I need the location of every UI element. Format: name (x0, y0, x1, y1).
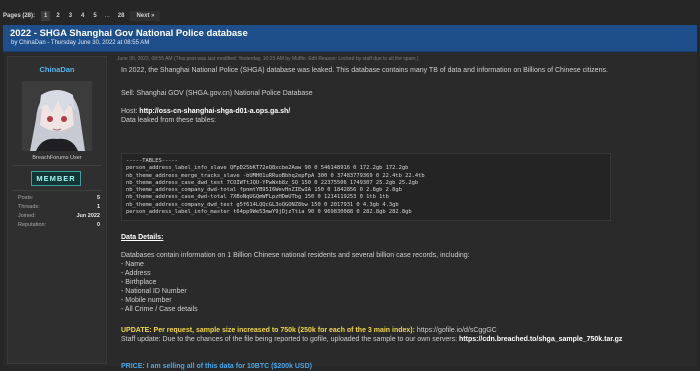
update-label: UPDATE: Per request, sample size increas… (121, 327, 415, 335)
post: ChinaDan BreachForums User MEMBER Posts:… (3, 52, 697, 370)
stat-label: Joined: (18, 213, 36, 219)
gofile-link[interactable]: https://gofile.io/d/sCggGC (415, 327, 497, 334)
stat-value[interactable]: 0 (97, 222, 100, 228)
stat-label: Reputation: (18, 222, 47, 228)
details-heading: Data Details: (121, 233, 687, 242)
avatar-image (22, 81, 92, 151)
post-body: In 2022, the Shanghai National Police (S… (121, 66, 687, 371)
stat-reputation: Reputation: 0 (18, 222, 100, 228)
divider (12, 165, 102, 166)
detail-item: - Mobile number (121, 297, 172, 305)
price-line: PRICE: I am selling all of this data for… (121, 363, 312, 371)
stat-posts: Posts: 5 (18, 195, 100, 201)
pagination: Pages (28): 1 2 3 4 5 ... 28 Next » (3, 10, 161, 22)
post-leaked-label: Data leaked from these tables: (121, 117, 216, 124)
page-link-1[interactable]: 1 (41, 11, 51, 21)
detail-item: - All Crime / Case details (121, 306, 198, 314)
pagination-ellipsis: ... (104, 13, 110, 19)
member-badge: MEMBER (31, 171, 81, 186)
thread-header: 2022 - SHGA Shanghai Gov National Police… (3, 25, 697, 52)
update-line: UPDATE: Per request, sample size increas… (121, 326, 687, 335)
stat-value: Jun 2022 (76, 213, 100, 219)
thread-title: 2022 - SHGA Shanghai Gov National Police… (10, 28, 248, 39)
avatar[interactable] (22, 81, 92, 151)
author-rank: BreachForums User (32, 155, 82, 161)
divider (12, 190, 102, 191)
stat-value[interactable]: 1 (97, 204, 100, 210)
post-intro: In 2022, the Shanghai National Police (S… (121, 67, 608, 74)
page-link-3[interactable]: 3 (66, 11, 75, 21)
stat-value[interactable]: 5 (97, 195, 100, 201)
next-page-button[interactable]: Next » (130, 11, 161, 21)
post-meta: June 30, 2022, 08:55 AM (This post was l… (117, 56, 419, 62)
detail-item: - National ID Number (121, 288, 187, 296)
author-username[interactable]: ChinaDan (8, 65, 106, 74)
thread-meta: by ChinaDan - Thursday June 30, 2022 at … (11, 40, 150, 46)
page-link-last[interactable]: 28 (115, 11, 128, 21)
details-intro: Databases contain information on 1 Billi… (121, 252, 470, 260)
host-value: http://oss-cn-shanghai-shga-d01-a.ops.ga… (139, 108, 291, 115)
post-host: Host: http://oss-cn-shanghai-shga-d01-a.… (121, 107, 687, 116)
stat-threads: Threads: 1 (18, 204, 100, 210)
details-heading-text: Data Details: (121, 234, 164, 242)
host-label: Host: (121, 108, 140, 115)
author-panel: ChinaDan BreachForums User MEMBER Posts:… (7, 56, 107, 364)
pagination-label: Pages (28): (3, 13, 36, 19)
tables-code-block: -----TABLES----- person_address_label_in… (121, 153, 611, 222)
detail-item: - Name (121, 261, 144, 269)
stat-joined: Joined: Jun 2022 (18, 213, 100, 219)
staff-update-text: Staff update: Due to the chances of the … (121, 336, 460, 344)
staff-update-line: Staff update: Due to the chances of the … (121, 335, 687, 344)
stat-label: Posts: (18, 195, 34, 201)
detail-item: - Birthplace (121, 279, 157, 287)
sample-download-link[interactable]: https://cdn.breached.to/shga_sample_750k… (459, 336, 622, 343)
page-link-4[interactable]: 4 (78, 11, 87, 21)
post-sell: Sell: Shanghai GOV (SHGA.gov.cn) Nationa… (121, 90, 313, 97)
page-link-5[interactable]: 5 (90, 11, 99, 21)
page-link-2[interactable]: 2 (53, 11, 62, 21)
stat-label: Threads: (18, 204, 40, 210)
detail-item: - Address (121, 270, 151, 278)
